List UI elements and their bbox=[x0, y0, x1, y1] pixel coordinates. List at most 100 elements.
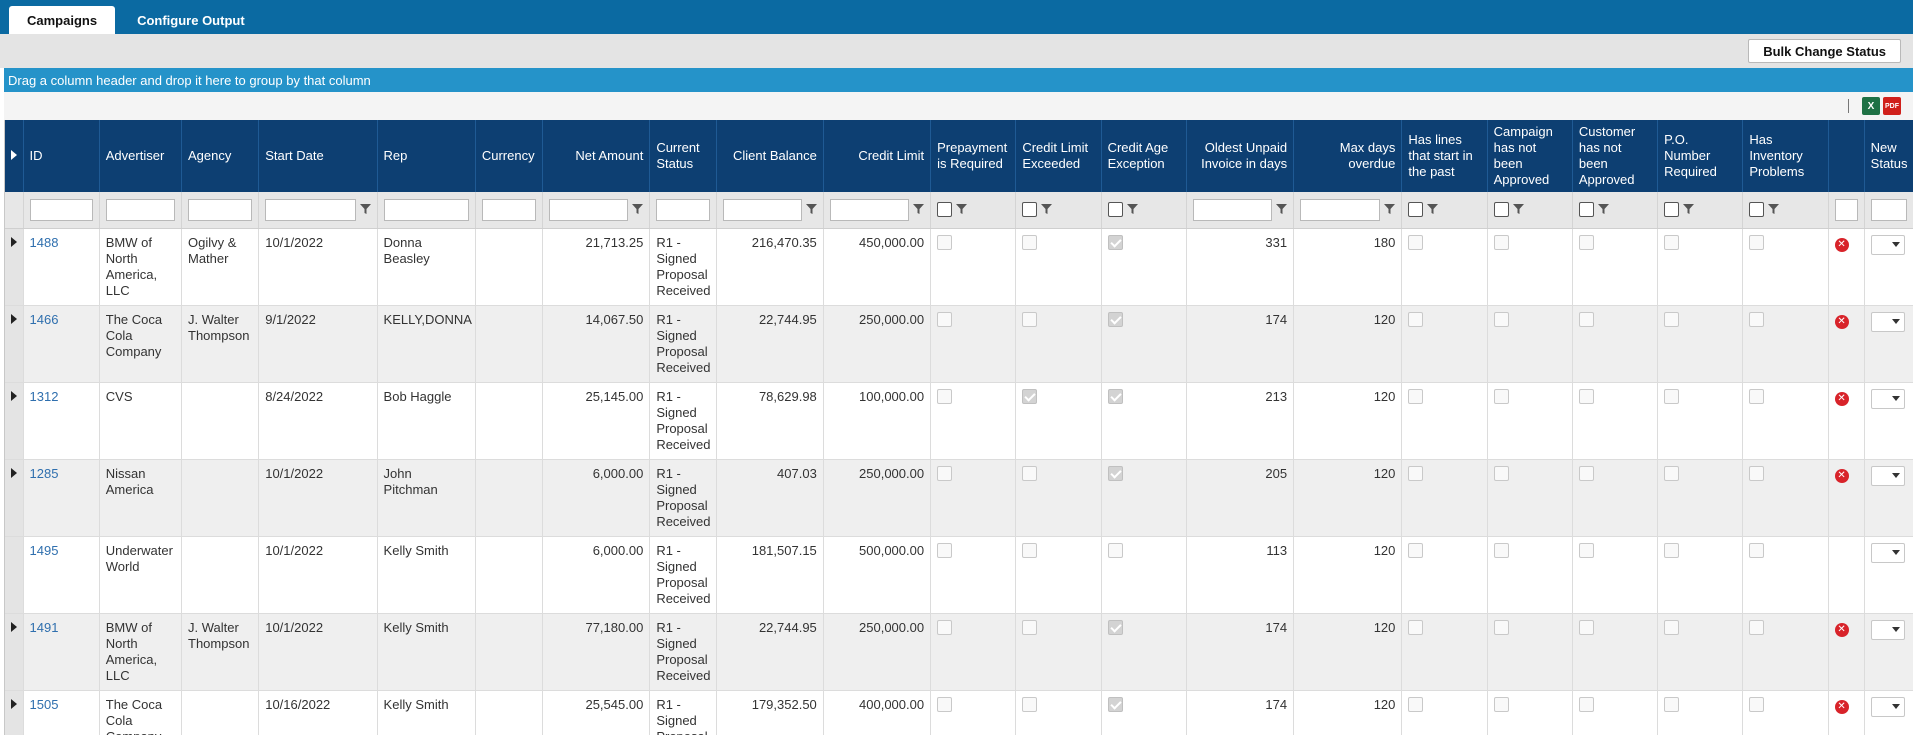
remove-row-icon[interactable]: ✕ bbox=[1834, 314, 1849, 329]
excel-export-icon[interactable]: X bbox=[1862, 97, 1880, 115]
column-header-currency[interactable]: Currency bbox=[475, 120, 544, 192]
filter-checkbox-inventory-problems[interactable] bbox=[1749, 202, 1765, 218]
column-header-credit-limit-exceeded[interactable]: Credit Limit Exceeded bbox=[1015, 120, 1102, 192]
filter-input-remove[interactable] bbox=[1834, 198, 1858, 221]
header-expand-cell[interactable] bbox=[5, 120, 24, 192]
filter-funnel-icon[interactable] bbox=[1683, 204, 1695, 215]
filter-input-id[interactable] bbox=[29, 198, 93, 221]
filter-checkbox-po-required[interactable] bbox=[1664, 202, 1680, 218]
row-expand-cell[interactable] bbox=[5, 305, 24, 383]
filter-checkbox-credit-limit-exceeded[interactable] bbox=[1022, 202, 1038, 218]
filter-funnel-icon[interactable] bbox=[1427, 204, 1439, 215]
filter-input-oldest-unpaid[interactable] bbox=[1192, 198, 1273, 221]
campaign-id-link[interactable]: 1495 bbox=[30, 543, 59, 558]
tab-campaigns[interactable]: Campaigns bbox=[9, 6, 116, 34]
column-header-credit-age-exception[interactable]: Credit Age Exception bbox=[1101, 120, 1187, 192]
filter-funnel-icon[interactable] bbox=[1384, 204, 1396, 215]
remove-row-icon[interactable]: ✕ bbox=[1834, 237, 1849, 252]
remove-row-icon[interactable]: ✕ bbox=[1834, 468, 1849, 483]
expand-row-caret-icon[interactable] bbox=[11, 390, 17, 401]
row-expand-cell[interactable] bbox=[5, 690, 24, 735]
table-row[interactable]: 1491 BMW of North America, LLC J. Walter T… bbox=[5, 613, 1913, 691]
column-header-max-days-overdue[interactable]: Max days overdue bbox=[1293, 120, 1403, 192]
table-row[interactable]: 1488 BMW of North America, LLC Ogilvy & Ma… bbox=[5, 228, 1913, 306]
column-header-po-required[interactable]: P.O. Number Required bbox=[1657, 120, 1744, 192]
filter-input-currency[interactable] bbox=[481, 198, 537, 221]
campaign-id-link[interactable]: 1466 bbox=[30, 312, 59, 327]
remove-row-icon[interactable]: ✕ bbox=[1834, 391, 1849, 406]
new-status-dropdown[interactable] bbox=[1870, 465, 1905, 486]
new-status-dropdown[interactable] bbox=[1870, 542, 1905, 563]
filter-input-agency[interactable] bbox=[188, 198, 253, 221]
column-header-remove[interactable] bbox=[1828, 120, 1865, 192]
filter-input-net-amount[interactable] bbox=[549, 198, 629, 221]
filter-input-current-status[interactable] bbox=[656, 198, 710, 221]
row-expand-cell[interactable] bbox=[5, 459, 24, 537]
filter-funnel-icon[interactable] bbox=[1597, 204, 1609, 215]
remove-row-icon[interactable]: ✕ bbox=[1834, 622, 1849, 637]
group-by-panel[interactable]: Drag a column header and drop it here to… bbox=[4, 68, 1913, 92]
new-status-dropdown[interactable] bbox=[1870, 234, 1905, 255]
filter-funnel-icon[interactable] bbox=[632, 204, 644, 215]
column-header-prepayment-required[interactable]: Prepayment is Required bbox=[930, 120, 1017, 192]
campaign-id-link[interactable]: 1488 bbox=[30, 235, 59, 250]
filter-input-max-days-overdue[interactable] bbox=[1300, 198, 1381, 221]
new-status-dropdown[interactable] bbox=[1870, 696, 1905, 717]
filter-funnel-icon[interactable] bbox=[913, 204, 925, 215]
row-expand-cell[interactable] bbox=[5, 613, 24, 691]
filter-input-rep[interactable] bbox=[383, 198, 469, 221]
column-header-campaign-not-approved[interactable]: Campaign has not been Approved bbox=[1487, 120, 1573, 192]
filter-funnel-icon[interactable] bbox=[1768, 204, 1780, 215]
column-header-oldest-unpaid[interactable]: Oldest Unpaid Invoice in days bbox=[1186, 120, 1295, 192]
filter-funnel-icon[interactable] bbox=[1126, 204, 1138, 215]
expand-row-caret-icon[interactable] bbox=[11, 698, 17, 709]
filter-input-credit-limit[interactable] bbox=[829, 198, 910, 221]
column-header-inventory-problems[interactable]: Has Inventory Problems bbox=[1742, 120, 1829, 192]
column-header-credit-limit[interactable]: Credit Limit bbox=[823, 120, 932, 192]
column-header-lines-start-past[interactable]: Has lines that start in the past bbox=[1401, 120, 1488, 192]
table-row[interactable]: 1505 The Coca Cola Company 10/16/2022Kelly… bbox=[5, 690, 1913, 735]
filter-input-advertiser[interactable] bbox=[105, 198, 175, 221]
expand-row-caret-icon[interactable] bbox=[11, 621, 17, 632]
table-row[interactable]: 1285 Nissan America 10/1/2022 John Pitchman… bbox=[5, 459, 1913, 537]
column-header-net-amount[interactable]: Net Amount bbox=[542, 120, 651, 192]
filter-checkbox-credit-age-exception[interactable] bbox=[1107, 202, 1123, 218]
column-header-customer-not-approved[interactable]: Customer has not been Approved bbox=[1572, 120, 1659, 192]
bulk-change-status-button[interactable]: Bulk Change Status bbox=[1748, 39, 1901, 63]
column-header-rep[interactable]: Rep bbox=[377, 120, 476, 192]
tab-configure-output[interactable]: Configure Output bbox=[119, 6, 263, 34]
column-header-current-status[interactable]: Current Status bbox=[649, 120, 717, 192]
row-expand-cell[interactable] bbox=[5, 382, 24, 460]
column-header-advertiser[interactable]: Advertiser bbox=[99, 120, 183, 192]
filter-input-start-date[interactable] bbox=[265, 198, 356, 221]
remove-row-icon[interactable]: ✕ bbox=[1834, 699, 1849, 714]
new-status-dropdown[interactable] bbox=[1870, 619, 1905, 640]
filter-funnel-icon[interactable] bbox=[1512, 204, 1524, 215]
column-header-agency[interactable]: Agency bbox=[181, 120, 260, 192]
expand-row-caret-icon[interactable] bbox=[11, 467, 17, 478]
pdf-export-icon[interactable]: PDF bbox=[1883, 97, 1901, 115]
filter-funnel-icon[interactable] bbox=[805, 204, 817, 215]
column-header-start-date[interactable]: Start Date bbox=[258, 120, 378, 192]
filter-checkbox-customer-not-approved[interactable] bbox=[1578, 202, 1594, 218]
new-status-dropdown[interactable] bbox=[1870, 311, 1905, 332]
filter-funnel-icon[interactable] bbox=[359, 204, 371, 215]
new-status-dropdown[interactable] bbox=[1870, 388, 1905, 409]
table-row[interactable]: 1312 CVS 8/24/2022 Bob Haggle 25,145.00 R1 - … bbox=[5, 382, 1913, 460]
column-header-client-balance[interactable]: Client Balance bbox=[716, 120, 824, 192]
filter-funnel-icon[interactable] bbox=[1276, 204, 1288, 215]
column-header-id[interactable]: ID bbox=[23, 120, 100, 192]
filter-funnel-icon[interactable] bbox=[956, 204, 968, 215]
expand-row-caret-icon[interactable] bbox=[11, 313, 17, 324]
filter-input-new-status[interactable] bbox=[1870, 198, 1907, 221]
campaign-id-link[interactable]: 1491 bbox=[30, 620, 59, 635]
expand-row-caret-icon[interactable] bbox=[11, 236, 17, 247]
filter-checkbox-campaign-not-approved[interactable] bbox=[1493, 202, 1509, 218]
column-header-new-status[interactable]: New Status bbox=[1864, 120, 1913, 192]
row-expand-cell[interactable] bbox=[5, 228, 24, 306]
row-expand-cell[interactable] bbox=[5, 536, 24, 614]
filter-input-client-balance[interactable] bbox=[722, 198, 802, 221]
filter-funnel-icon[interactable] bbox=[1041, 204, 1053, 215]
filter-checkbox-lines-start-past[interactable] bbox=[1408, 202, 1424, 218]
filter-checkbox-prepayment-required[interactable] bbox=[937, 202, 953, 218]
